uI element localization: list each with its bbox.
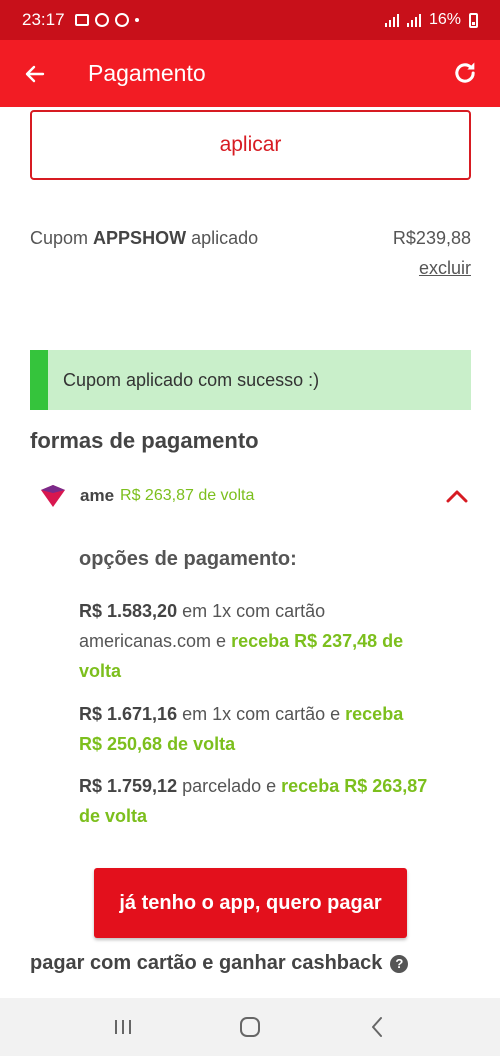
whatsapp-icon (94, 13, 109, 27)
coupon-code: APPSHOW (93, 228, 187, 248)
status-notification-icons (74, 13, 139, 27)
page-title: Pagamento (88, 60, 206, 86)
payment-options-title: opções de pagamento: (79, 548, 297, 570)
gallery-icon (74, 14, 89, 26)
battery-percent: 16% (428, 11, 461, 28)
coupon-success-alert: Cupom aplicado com sucesso :) (30, 350, 471, 410)
chevron-up-icon (446, 490, 468, 503)
back-arrow-icon (25, 65, 45, 82)
remove-coupon-link[interactable]: excluir (419, 258, 471, 279)
refresh-button[interactable] (448, 56, 482, 90)
home-icon (239, 1017, 260, 1037)
back-nav-button[interactable] (357, 1007, 397, 1047)
card-cashback-section: pagar com cartão e ganhar cashback ? (30, 952, 409, 975)
home-button[interactable] (230, 1007, 270, 1047)
option-price: R$ 1.583,20 (79, 601, 178, 621)
battery-icon (469, 12, 478, 28)
app-notification-icon (114, 13, 129, 27)
recents-icon (115, 1020, 132, 1034)
collapse-button[interactable] (443, 482, 471, 510)
back-nav-icon (371, 1017, 382, 1037)
ame-payment-method[interactable]: ame R$ 263,87 de volta (30, 478, 471, 514)
payment-method-name: ame (80, 486, 115, 505)
payment-option: R$ 1.583,20 em 1x com cartão americanas.… (79, 596, 429, 686)
payment-option: R$ 1.759,12 parcelado e receba R$ 263,87… (79, 771, 429, 831)
help-icon[interactable]: ? (390, 954, 409, 973)
status-time: 23:17 (22, 10, 65, 29)
recents-button[interactable] (103, 1007, 143, 1047)
signal-lte-icon (406, 13, 421, 27)
option-price: R$ 1.671,16 (79, 704, 178, 724)
option-text: parcelado e (177, 776, 282, 796)
coupon-suffix: aplicado (191, 228, 259, 248)
coupon-discount-amount: R$239,88 (392, 228, 471, 248)
signal-icon (384, 13, 399, 27)
app-bar: Pagamento (0, 40, 500, 107)
pay-with-app-button[interactable]: já tenho o app, quero pagar (94, 868, 407, 938)
card-cashback-title: pagar com cartão e ganhar cashback (30, 952, 383, 974)
payment-option: R$ 1.671,16 em 1x com cartão e receba R$… (79, 699, 429, 759)
payment-methods-title: formas de pagamento (30, 428, 259, 453)
apply-coupon-button[interactable]: aplicar (30, 110, 471, 180)
status-system-icons: 16% (384, 11, 478, 29)
back-button[interactable] (0, 40, 70, 107)
refresh-icon (455, 62, 475, 83)
system-nav-bar (0, 998, 500, 1056)
option-text: em 1x com cartão e (177, 704, 346, 724)
option-price: R$ 1.759,12 (79, 776, 178, 796)
more-notifications-icon (134, 18, 139, 22)
payment-method-cashback: R$ 263,87 de volta (120, 487, 255, 504)
coupon-prefix: Cupom (30, 228, 89, 248)
ame-logo-icon (41, 485, 65, 507)
success-message: Cupom aplicado com sucesso :) (63, 369, 320, 390)
status-bar: 23:17 16% (0, 0, 500, 40)
